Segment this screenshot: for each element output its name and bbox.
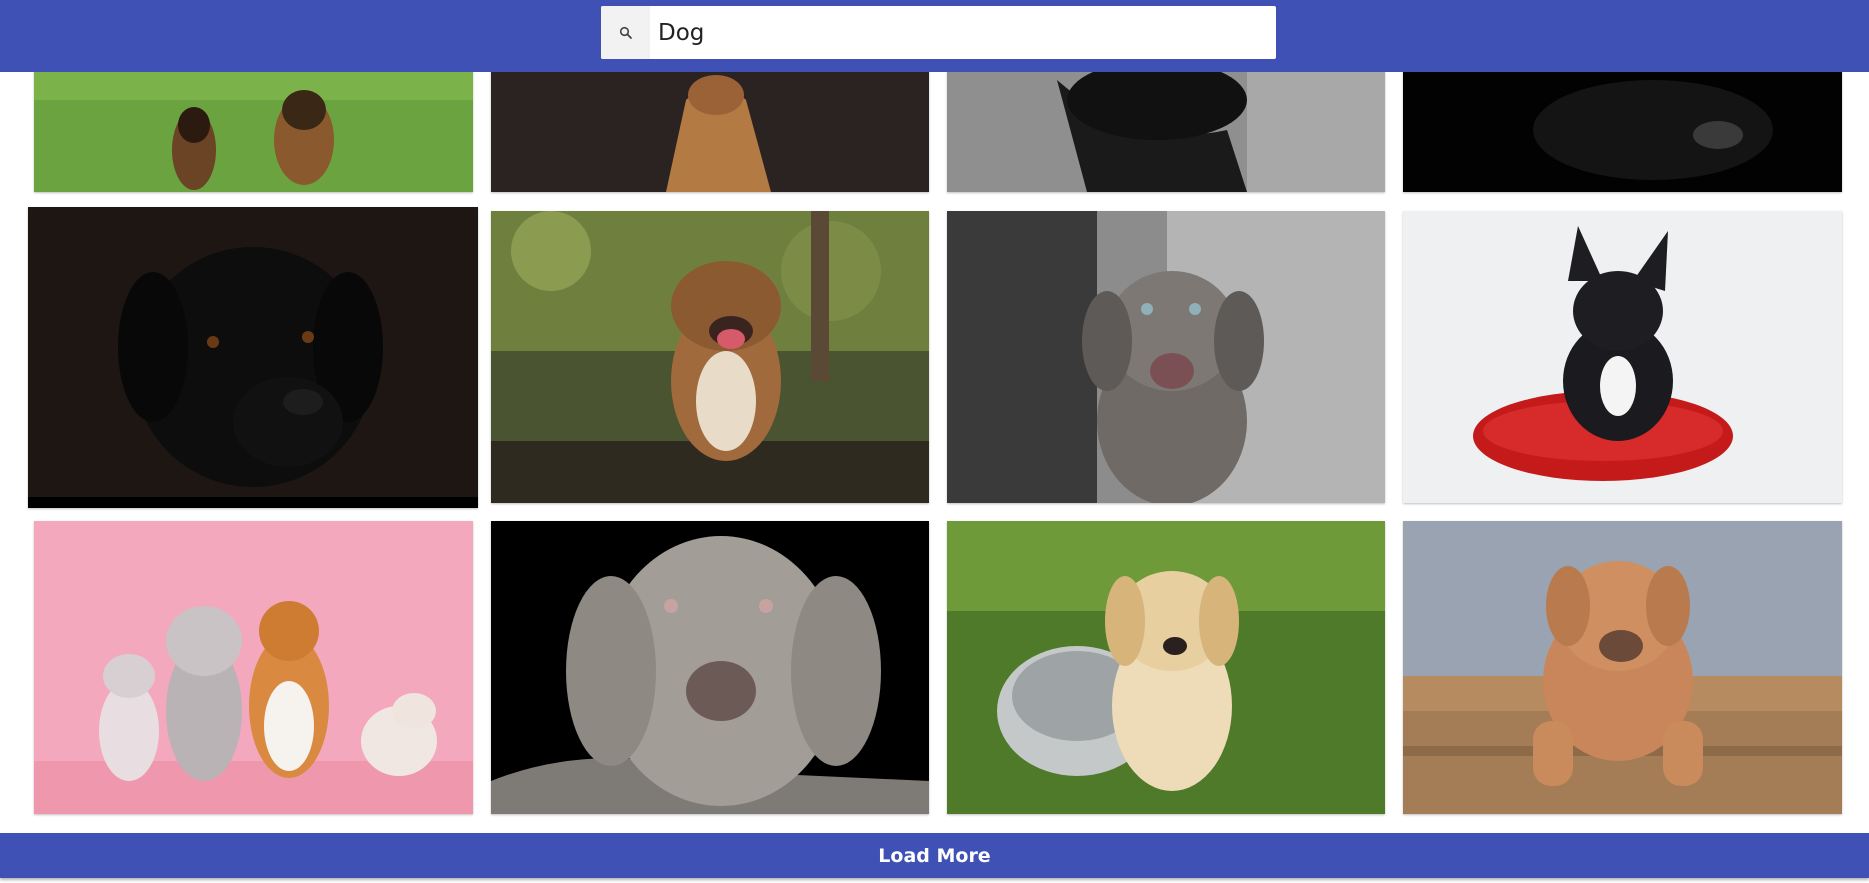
- gallery-image[interactable]: [947, 521, 1385, 814]
- load-more-button[interactable]: Load More: [0, 833, 1869, 878]
- gallery-image[interactable]: [34, 521, 473, 814]
- search-icon[interactable]: [601, 6, 650, 59]
- gallery-image[interactable]: [491, 211, 929, 503]
- gallery-image[interactable]: [1403, 211, 1842, 503]
- gallery-image[interactable]: [1403, 521, 1842, 814]
- gallery-image[interactable]: [947, 211, 1385, 503]
- app-header: [0, 0, 1869, 72]
- search-input[interactable]: [650, 6, 1276, 59]
- gallery-image[interactable]: [28, 207, 478, 508]
- gallery-image[interactable]: [491, 521, 929, 814]
- search-bar[interactable]: [601, 6, 1276, 59]
